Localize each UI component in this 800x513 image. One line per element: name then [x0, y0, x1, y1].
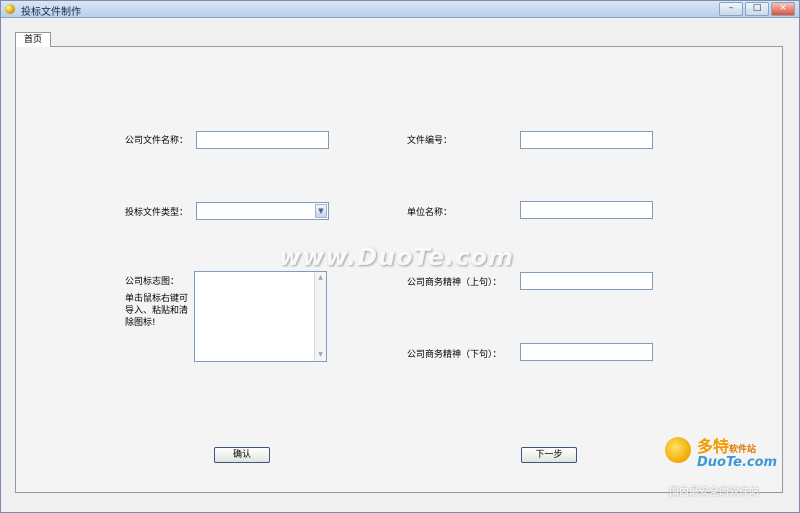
brand-logo: 多特软件站 DuoTe.com 国内最安全的软件站 [663, 433, 797, 498]
window-title: 投标文件制作 [21, 7, 81, 18]
company-file-name-label: 公司文件名称： [125, 136, 189, 146]
unit-name-input[interactable] [520, 201, 653, 219]
bid-file-type-label: 投标文件类型： [125, 208, 189, 218]
spirit-lower-label: 公司商务精神（下句）： [407, 350, 502, 360]
logo-hint-text: 单击鼠标右键可导入、粘贴和清除图标! [125, 294, 189, 328]
logo-site: DuoTe.com [697, 455, 778, 470]
close-button[interactable]: × [771, 2, 795, 16]
logo-brand-suffix: 软件站 [729, 445, 757, 455]
file-number-input[interactable] [520, 131, 653, 149]
confirm-button[interactable]: 确认 [214, 447, 270, 463]
spirit-upper-input[interactable] [520, 272, 653, 290]
minimize-button[interactable]: – [719, 2, 743, 16]
main-window: 投标文件制作 – □ × 首页 公司文件名称： 投标文件类型： ▼ 公司标志图：… [0, 0, 800, 513]
company-file-name-input[interactable] [196, 131, 329, 149]
scroll-up-icon[interactable]: ▲ [315, 272, 326, 284]
app-icon [5, 4, 15, 14]
scroll-down-icon[interactable]: ▼ [315, 349, 326, 361]
watermark-text: www.DuoTe.com [279, 243, 514, 271]
bid-file-type-select[interactable]: ▼ [196, 202, 329, 220]
logo-slogan: 国内最安全的软件站 [669, 487, 759, 498]
company-logo-box[interactable]: ▲ ▼ [194, 271, 327, 362]
mascot-icon [665, 437, 691, 463]
tab-home[interactable]: 首页 [15, 32, 51, 47]
spirit-lower-input[interactable] [520, 343, 653, 361]
file-number-label: 文件编号： [407, 136, 453, 146]
next-step-button[interactable]: 下一步 [521, 447, 577, 463]
logo-scrollbar[interactable]: ▲ ▼ [314, 272, 326, 361]
unit-name-label: 单位名称： [407, 208, 453, 218]
company-logo-label: 公司标志图： [125, 277, 180, 287]
window-controls: – □ × [719, 2, 795, 16]
logo-brand-name: 多特 [697, 437, 730, 456]
maximize-button[interactable]: □ [745, 2, 769, 16]
logo-brand: 多特软件站 [697, 433, 756, 457]
title-bar[interactable]: 投标文件制作 – □ × [1, 1, 799, 18]
chevron-down-icon[interactable]: ▼ [315, 204, 327, 218]
spirit-upper-label: 公司商务精神（上句）： [407, 278, 502, 288]
